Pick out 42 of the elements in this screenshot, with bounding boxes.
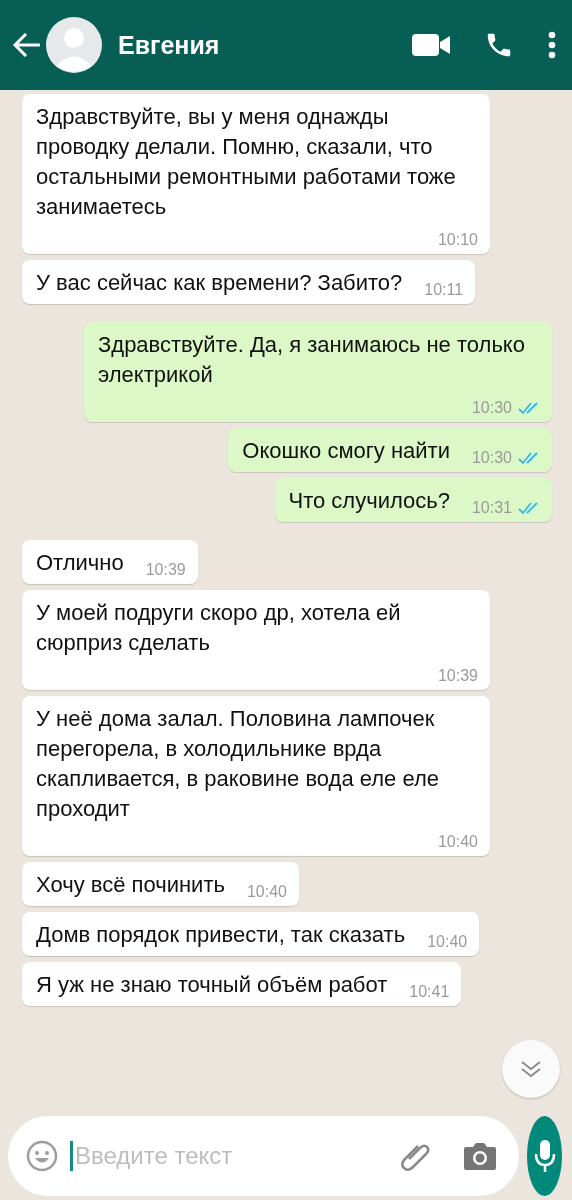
chevron-down-icon: [520, 1060, 542, 1078]
message-bubble[interactable]: Здравствуйте. Да, я занимаюсь не только электрикой 10:30: [84, 322, 552, 422]
avatar-icon[interactable]: [46, 17, 102, 73]
message-text: Отлично: [36, 549, 124, 577]
message-bubble[interactable]: У моей подруги скоро др, хотела ей сюрприз сделать 10:39: [22, 590, 490, 690]
more-options-icon[interactable]: [548, 31, 556, 59]
message-bubble[interactable]: У неё дома залал. Половина лампочек перегорела, в холодильнике врда скапливается, в раковине вода еле еле проходит 10:40: [22, 696, 490, 856]
emoji-icon[interactable]: [26, 1140, 58, 1172]
message-bubble[interactable]: Отлично 10:39: [22, 540, 198, 584]
message-bubble[interactable]: У вас сейчас как времени? Забито? 10:11: [22, 260, 476, 304]
message-text: Что случилось?: [288, 487, 450, 515]
message-text: Здравствуйте, вы у меня однажды проводку делали. Помню, сказали, что остальными ремонтными работами тоже занимаетесь: [36, 103, 457, 221]
message-bubble[interactable]: Что случилось? 10:31: [274, 478, 552, 522]
message-time: 10:39: [437, 666, 478, 686]
message-text: Здравствуйте. Да, я занимаюсь не только электрикой: [98, 331, 526, 389]
message-text: У моей подруги скоро др, хотела ей сюрприз сделать: [36, 599, 402, 657]
message-bubble[interactable]: Окошко смогу найти 10:30: [228, 428, 552, 472]
message-bubble[interactable]: Хочу всё починить 10:40: [22, 862, 299, 906]
message-time: 10:39: [145, 560, 186, 580]
message-time: 10:41: [409, 982, 450, 1002]
message-time: 10:40: [246, 882, 287, 902]
message-time: 10:30: [471, 448, 512, 468]
message-bubble[interactable]: Я уж не знаю точный объём работ 10:41: [22, 962, 462, 1006]
message-time: 10:11: [424, 280, 464, 300]
message-text: Хочу всё починить: [36, 871, 225, 899]
message-time: 10:10: [437, 230, 478, 250]
message-text: Окошко смогу найти: [242, 437, 450, 465]
message-time: 10:40: [427, 932, 468, 952]
message-text: У неё дома залал. Половина лампочек перегорела, в холодильнике врда скапливается, в раковине вода еле еле проходит: [36, 705, 441, 823]
message-text: У вас сейчас как времени? Забито?: [36, 269, 403, 297]
microphone-icon: [532, 1139, 557, 1173]
message-text: Домв порядок привести, так сказать: [36, 921, 406, 949]
video-call-icon[interactable]: [412, 33, 450, 57]
message-time: 10:30: [471, 398, 512, 418]
camera-icon[interactable]: [463, 1142, 497, 1170]
back-icon[interactable]: [12, 32, 42, 58]
message-time: 10:40: [437, 832, 478, 852]
message-bubble[interactable]: Домв порядок привести, так сказать 10:40: [22, 912, 480, 956]
message-bubble[interactable]: Здравствуйте, вы у меня однажды проводку делали. Помню, сказали, что остальными ремонтными работами тоже занимаетесь 10:10: [22, 94, 490, 254]
message-time: 10:31: [471, 498, 512, 518]
message-text: Я уж не знаю точный объём работ: [36, 971, 388, 999]
contact-name[interactable]: Евгения: [118, 30, 378, 60]
